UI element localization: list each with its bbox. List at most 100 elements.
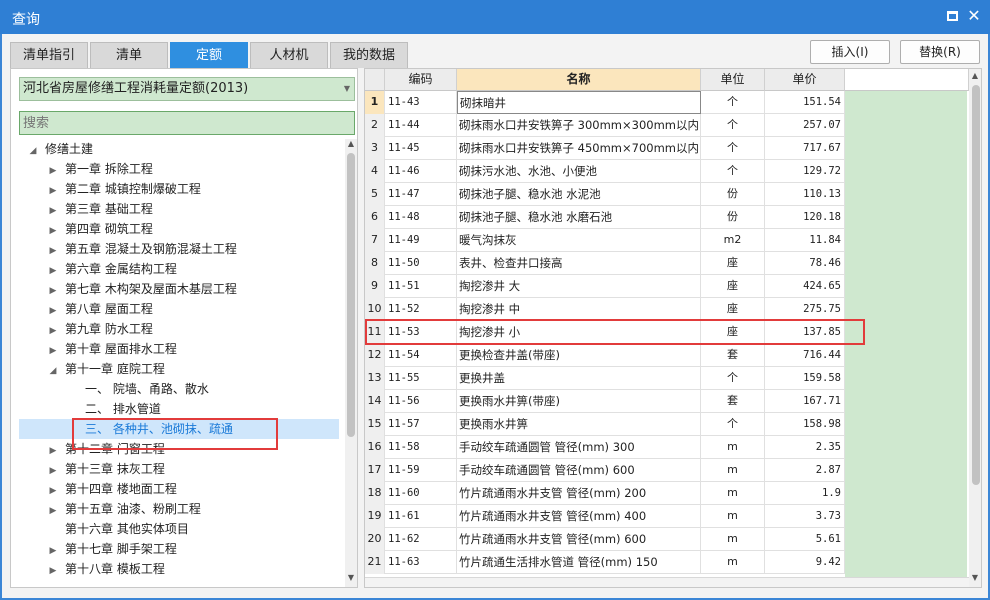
collapsed-arrow-icon[interactable]: ▶ [47,281,59,301]
table-row[interactable]: 4 11-46 砌抹污水池、水池、小便池个 129.72 [365,160,845,183]
tab-bill[interactable]: 清单 [90,42,168,68]
grid-scrollbar-thumb[interactable] [972,85,980,485]
code-header[interactable]: 编码 [385,69,457,91]
tree-node[interactable]: ▶ 第十五章 油漆、粉刷工程 [47,499,201,519]
collapsed-arrow-icon[interactable]: ▶ [47,341,59,361]
collapsed-arrow-icon[interactable]: ▶ [47,181,59,201]
collapsed-arrow-icon[interactable]: ▶ [47,301,59,321]
grid-scrollbar[interactable]: ▲ ▼ [969,69,981,587]
collapsed-arrow-icon[interactable]: ▶ [47,481,59,501]
scroll-down-icon[interactable]: ▼ [345,573,357,582]
collapsed-arrow-icon[interactable]: ▶ [47,261,59,281]
table-row[interactable]: 7 11-49 暖气沟抹灰 m2 11.84 [365,229,845,252]
tree-node[interactable]: ▶ 第十三章 抹灰工程 [47,459,165,479]
name-cell: 竹片疏通雨水井支管 管径(mm) 600 [457,528,701,551]
table-row[interactable]: 16 11-58 手动绞车疏通圆管 管径(mm) 300 m 2.35 [365,436,845,459]
collapsed-arrow-icon[interactable]: ▶ [47,241,59,261]
replace-button[interactable]: 替换(R) [900,40,980,64]
tree-node[interactable]: ◢ 修缮土建 [27,139,93,159]
table-row[interactable]: 8 11-50 表井、检查井口接高座 78.46 [365,252,845,275]
tree-node[interactable]: ▶ 第五章 混凝土及钢筋混凝土工程 [47,239,237,259]
tree-node[interactable]: ▶ 第六章 金属结构工程 [47,259,177,279]
tree-node[interactable]: ▶ 第十章 屋面排水工程 [47,339,177,359]
tree-node-label: 第十一章 庭院工程 [65,362,165,376]
expanded-arrow-icon[interactable]: ◢ [47,361,59,381]
tree-node[interactable]: 一、 院墙、甬路、散水 [67,379,209,399]
grid-scroll-down-icon[interactable]: ▼ [969,573,981,582]
code-cell: 11-60 [385,482,457,505]
collapsed-arrow-icon[interactable]: ▶ [47,221,59,241]
tree-node[interactable]: 第十六章 其他实体项目 [47,519,189,539]
table-row[interactable]: 18 11-60 竹片疏通雨水井支管 管径(mm) 200 m 1.9 [365,482,845,505]
tree-node[interactable]: 二、 排水管道 [67,399,161,419]
table-row[interactable]: 10 11-52 掏挖渗井 中座 275.75 [365,298,845,321]
collapsed-arrow-icon[interactable]: ▶ [47,441,59,461]
collapsed-arrow-icon[interactable]: ▶ [47,461,59,481]
name-cell: 砌抹池子腿、稳水池 水磨石池 [457,206,701,229]
name-cell: 砌抹暗井 [457,91,701,114]
price-cell: 2.87 [765,459,845,482]
unit-header[interactable]: 单位 [701,69,765,91]
unit-cell: 个 [701,91,765,114]
tab-materials[interactable]: 人材机 [250,42,328,68]
name-cell: 砌抹雨水口井安铁箅子 300mm×300mm以内 [457,114,701,137]
table-row[interactable]: 17 11-59 手动绞车疏通圆管 管径(mm) 600 m 2.87 [365,459,845,482]
collapsed-arrow-icon[interactable]: ▶ [47,541,59,561]
expanded-arrow-icon[interactable]: ◢ [27,141,39,161]
table-row[interactable]: 2 11-44 砌抹雨水口井安铁箅子 300mm×300mm以内个 257.07 [365,114,845,137]
name-header[interactable]: 名称 [457,69,701,91]
scroll-up-icon[interactable]: ▲ [345,139,357,148]
price-cell: 11.84 [765,229,845,252]
tree-node-label: 第四章 砌筑工程 [65,222,153,236]
code-cell: 11-61 [385,505,457,528]
tree-node[interactable]: ▶ 第九章 防水工程 [47,319,153,339]
table-row[interactable]: 14 11-56 更换雨水井箅(带座) 套 167.71 [365,390,845,413]
code-cell: 11-57 [385,413,457,436]
tree-node-label: 第十六章 其他实体项目 [65,522,189,536]
unit-cell: 套 [701,344,765,367]
maximize-icon[interactable] [944,8,960,24]
insert-button[interactable]: 插入(I) [810,40,890,64]
tree-node[interactable]: ▶ 第八章 屋面工程 [47,299,153,319]
table-row[interactable]: 20 11-62 竹片疏通雨水井支管 管径(mm) 600 m 5.61 [365,528,845,551]
collapsed-arrow-icon[interactable]: ▶ [47,321,59,341]
tree-node[interactable]: ▶ 第十四章 楼地面工程 [47,479,177,499]
tree-node[interactable]: ▶ 第四章 砌筑工程 [47,219,153,239]
tree-node[interactable]: ▶ 第二章 城镇控制爆破工程 [47,179,201,199]
close-icon[interactable]: ✕ [966,8,982,24]
tree-node[interactable]: ◢ 第十一章 庭院工程 [47,359,165,379]
grid-scroll-up-icon[interactable]: ▲ [969,71,981,80]
grid-horizontal-scrollbar[interactable] [365,577,969,587]
tree-node[interactable]: ▶ 第十七章 脚手架工程 [47,539,177,559]
tree-node[interactable]: ▶ 第七章 木构架及屋面木基层工程 [47,279,237,299]
tab-bill-guide[interactable]: 清单指引 [10,42,88,68]
row-number: 16 [365,436,385,459]
table-row[interactable]: 6 11-48 砌抹池子腿、稳水池 水磨石池份 120.18 [365,206,845,229]
window-title: 查询 [12,12,40,28]
search-input[interactable] [19,111,355,135]
table-row[interactable]: 13 11-55 更换井盖个 159.58 [365,367,845,390]
tree-scrollbar[interactable]: ▲ ▼ [345,139,357,587]
table-row[interactable]: 9 11-51 掏挖渗井 大座 424.65 [365,275,845,298]
library-select[interactable]: 河北省房屋修缮工程消耗量定额(2013) ▼ [19,77,355,101]
collapsed-arrow-icon[interactable]: ▶ [47,501,59,521]
table-row[interactable]: 12 11-54 更换检查井盖(带座) 套 716.44 [365,344,845,367]
tree-node[interactable]: ▶ 第三章 基础工程 [47,199,153,219]
tab-quota[interactable]: 定额 [170,42,248,68]
table-row[interactable]: 5 11-47 砌抹池子腿、稳水池 水泥池份 110.13 [365,183,845,206]
table-row[interactable]: 15 11-57 更换雨水井箅个 158.98 [365,413,845,436]
tab-my-data[interactable]: 我的数据 [330,42,408,68]
unit-cell: m [701,528,765,551]
tree-scrollbar-thumb[interactable] [347,153,355,437]
price-header[interactable]: 单价 [765,69,845,91]
code-cell: 11-63 [385,551,457,574]
collapsed-arrow-icon[interactable]: ▶ [47,161,59,181]
table-row[interactable]: 21 11-63 竹片疏通生活排水管道 管径(mm) 150 m 9.42 [365,551,845,574]
table-row[interactable]: 1 11-43 砌抹暗井个 151.54 [365,91,845,114]
tree-node[interactable]: ▶ 第一章 拆除工程 [47,159,153,179]
table-row[interactable]: 3 11-45 砌抹雨水口井安铁箅子 450mm×700mm以内个 717.67 [365,137,845,160]
collapsed-arrow-icon[interactable]: ▶ [47,201,59,221]
table-row[interactable]: 19 11-61 竹片疏通雨水井支管 管径(mm) 400 m 3.73 [365,505,845,528]
tree-node[interactable]: ▶ 第十八章 模板工程 [47,559,165,579]
collapsed-arrow-icon[interactable]: ▶ [47,561,59,581]
